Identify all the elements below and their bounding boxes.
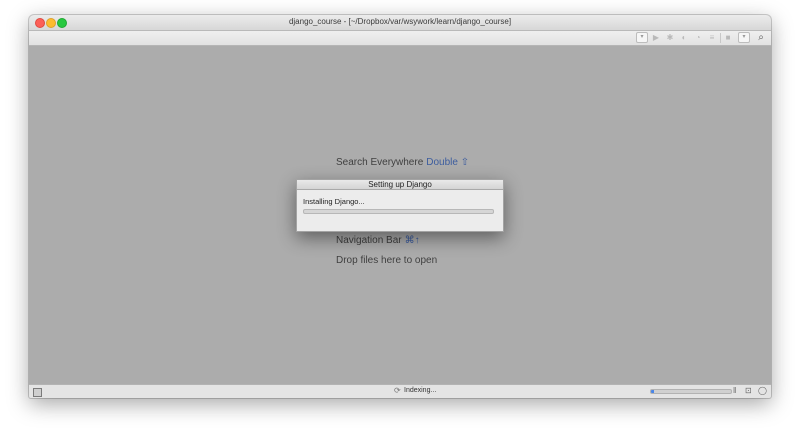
window-title: django_course - [~/Dropbox/var/wsywork/l…	[288, 17, 512, 26]
search-everywhere-hint: Search Everywhere Double ⇧	[336, 157, 469, 168]
navigation-bar-shortcut: ⌘↑	[404, 235, 420, 246]
indexing-progress-fill	[651, 390, 655, 393]
title-bar: django_course - [~/Dropbox/var/wsywork/l…	[29, 15, 771, 31]
run-icon[interactable]: ▶	[651, 33, 661, 43]
event-log-icon[interactable]: ◯	[758, 386, 767, 395]
run-config-dropdown-icon[interactable]: ▾	[636, 32, 648, 43]
dialog-title: Setting up Django	[297, 180, 503, 190]
pause-indexing-icon[interactable]: ‖	[733, 386, 736, 395]
toolbar: ▾ ▶ ✱ ◐ ◔ ≡ ■ ▾ ⌕	[29, 31, 771, 46]
profile-icon[interactable]: ◔	[693, 33, 703, 43]
navigation-bar-label: Navigation Bar	[336, 235, 402, 246]
ide-window: django_course - [~/Dropbox/var/wsywork/l…	[29, 15, 771, 398]
concurrency-icon[interactable]: ≡	[707, 33, 717, 43]
search-everywhere-shortcut: Double ⇧	[426, 157, 470, 168]
navigation-bar-hint: Navigation Bar ⌘↑	[336, 235, 420, 246]
search-icon[interactable]: ⌕	[755, 33, 767, 43]
debug-icon[interactable]: ✱	[665, 33, 675, 43]
drop-files-hint: Drop files here to open	[336, 255, 438, 266]
stop-icon[interactable]: ■	[723, 33, 733, 43]
setup-dialog: Setting up Django Installing Django...	[296, 179, 504, 232]
tool-windows-toggle-icon[interactable]	[33, 388, 42, 397]
dialog-message: Installing Django...	[303, 197, 365, 206]
toolbar-separator	[720, 33, 721, 43]
vcs-dropdown-icon[interactable]: ▾	[738, 32, 750, 43]
status-bar: ⟳ Indexing... ‖ ⊡ ◯	[29, 384, 771, 398]
coverage-icon[interactable]: ◐	[679, 33, 689, 43]
indexing-spinner-icon: ⟳	[394, 386, 401, 395]
indexing-progress-bar[interactable]	[650, 389, 732, 394]
dialog-progress-bar	[303, 209, 494, 214]
search-everywhere-label: Search Everywhere	[336, 157, 424, 168]
indexing-status-text[interactable]: Indexing...	[404, 387, 436, 394]
readonly-lock-icon[interactable]: ⊡	[745, 386, 752, 395]
